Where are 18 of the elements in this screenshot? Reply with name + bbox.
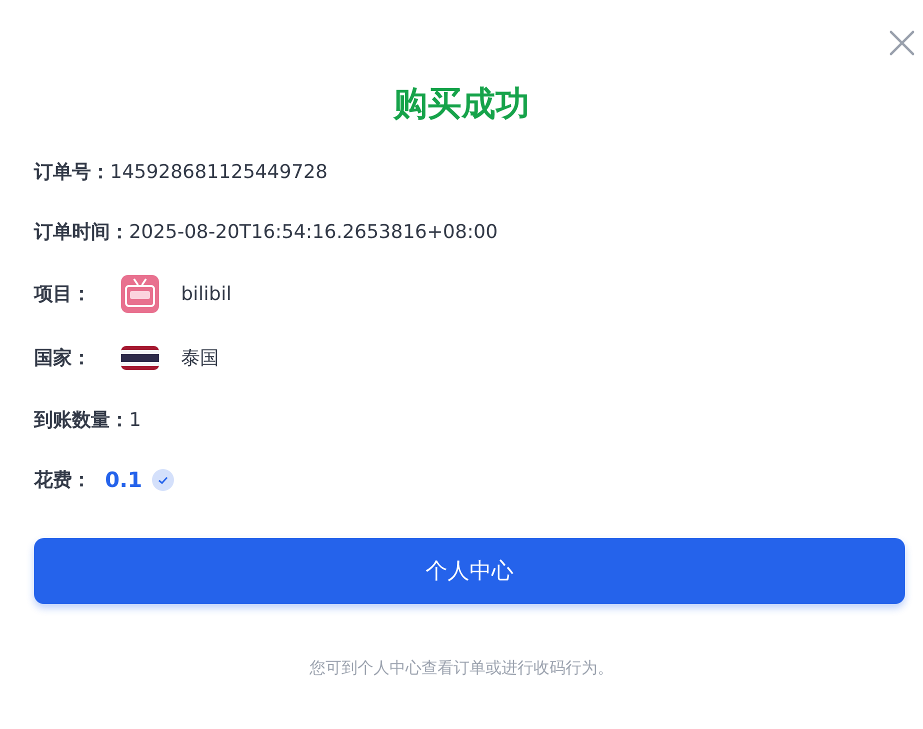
close-icon[interactable] [889,30,915,56]
app-icon [121,275,159,313]
field-label: 到账数量： [34,408,129,433]
field-label: 花费： [34,468,91,493]
field-value: 泰国 [181,346,219,371]
price-value: 0.1 [105,468,142,492]
field-label: 项目： [34,282,91,307]
field-value: 2025-08-20T16:54:16.2653816+08:00 [129,221,498,243]
field-value: 145928681125449728 [110,161,328,183]
field-value: 1 [129,409,142,431]
dialog-title: 购买成功 [392,83,530,126]
field-label: 订单时间： [34,220,129,245]
hint-text: 您可到个人中心查看订单或进行收码行为。 [308,658,614,679]
check-badge-icon [152,469,174,491]
personal-center-button[interactable]: 个人中心 [34,538,905,604]
field-value: bilibil [181,283,232,305]
field-label: 订单号： [34,160,110,185]
field-label: 国家： [34,346,91,371]
